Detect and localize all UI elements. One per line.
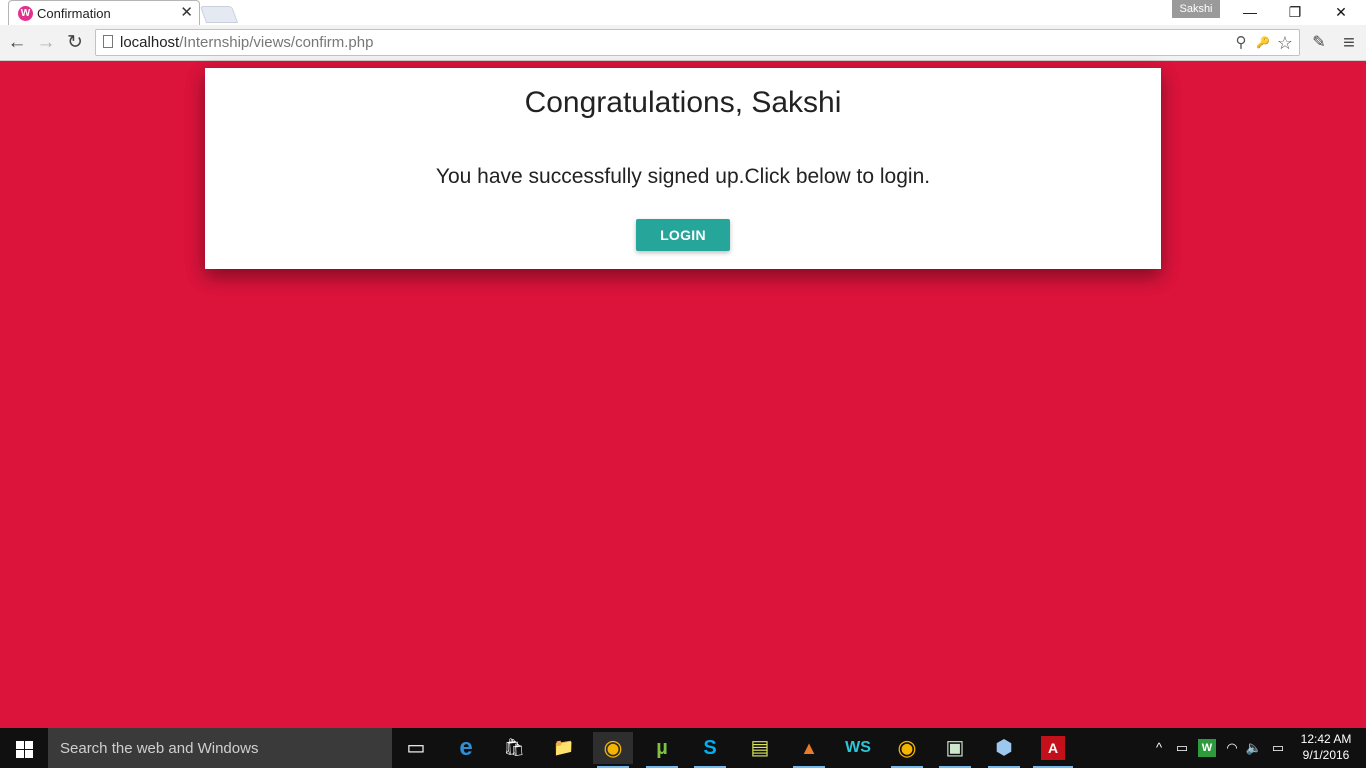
profile-badge[interactable]: Sakshi: [1172, 0, 1220, 18]
task-view-icon[interactable]: ▭: [396, 732, 436, 764]
utorrent-glyph: µ: [656, 737, 668, 759]
back-button[interactable]: ←: [5, 31, 29, 55]
key-icon[interactable]: 🔑: [1253, 33, 1273, 53]
taskbar-search-box[interactable]: Search the web and Windows: [48, 728, 392, 768]
webstorm-icon[interactable]: WS: [838, 732, 878, 764]
clock-time: 12:42 AM: [1300, 732, 1352, 746]
url-path: /Internship/views/confirm.php: [179, 34, 374, 51]
chrome-menu-icon[interactable]: ≡: [1338, 32, 1360, 54]
url-text[interactable]: localhost/Internship/views/confirm.php: [120, 34, 373, 51]
utorrent-icon[interactable]: µ: [642, 732, 682, 768]
bookmark-star-icon[interactable]: ☆: [1275, 33, 1295, 53]
taskbar: Search the web and Windows ▭ e 🛍 📁 ◉ µ S…: [0, 728, 1366, 768]
clock-date: 9/1/2016: [1302, 748, 1350, 762]
app-window-icon[interactable]: ▣: [935, 732, 975, 768]
store-icon[interactable]: 🛍: [494, 732, 534, 764]
chrome-icon-2[interactable]: ◉: [887, 732, 927, 768]
tab-title: Confirmation: [37, 6, 111, 21]
login-button[interactable]: LOGIN: [636, 219, 730, 251]
matlab-icon[interactable]: ▲: [789, 732, 829, 768]
edge-icon[interactable]: e: [446, 732, 486, 764]
app-window-glyph: ▣: [945, 737, 965, 759]
chrome-icon[interactable]: ◉: [593, 732, 633, 768]
zoom-icon[interactable]: ⚲: [1231, 33, 1251, 53]
matlab-glyph: ▲: [800, 738, 818, 758]
wifi-icon[interactable]: ◠: [1223, 739, 1241, 757]
tab-close-icon[interactable]: ✕: [180, 4, 193, 21]
new-tab-button[interactable]: [199, 6, 239, 23]
tab-confirmation[interactable]: W Confirmation ✕: [8, 0, 200, 25]
search-placeholder: Search the web and Windows: [60, 740, 259, 757]
browser-tabstrip: W Confirmation ✕ Sakshi — ❐ ✕: [0, 0, 1366, 25]
close-window-button[interactable]: ✕: [1318, 0, 1364, 25]
virtualbox-icon[interactable]: ⬢: [984, 732, 1024, 768]
url-host: localhost: [120, 34, 180, 51]
acrobat-icon[interactable]: A: [1033, 736, 1073, 768]
notifications-icon[interactable]: ▭: [1269, 739, 1287, 757]
page-title: Congratulations, Sakshi: [524, 86, 842, 119]
wamp-favicon-icon: W: [18, 6, 33, 21]
windows-start-icon[interactable]: [0, 728, 48, 768]
chrome-glyph: ◉: [603, 735, 623, 760]
address-bar[interactable]: localhost/Internship/views/confirm.php ⚲…: [95, 29, 1300, 56]
chrome-glyph-2: ◉: [897, 735, 917, 760]
extension-icon[interactable]: ✎: [1308, 32, 1330, 54]
wamp-tray-icon[interactable]: W: [1198, 739, 1216, 757]
tray-chevron-icon[interactable]: ^: [1150, 739, 1168, 757]
minimize-button[interactable]: —: [1227, 0, 1273, 25]
skype-glyph: S: [703, 737, 717, 759]
restore-button[interactable]: ❐: [1272, 0, 1318, 25]
forward-button[interactable]: →: [34, 31, 58, 55]
notes-icon[interactable]: ▤: [740, 732, 780, 764]
battery-icon[interactable]: ▭: [1173, 739, 1191, 757]
skype-icon[interactable]: S: [690, 732, 730, 768]
file-explorer-icon[interactable]: 📁: [544, 732, 584, 764]
taskbar-clock[interactable]: 12:42 AM 9/1/2016: [1292, 731, 1360, 763]
acrobat-glyph: A: [1047, 740, 1059, 756]
virtualbox-glyph: ⬢: [995, 737, 1013, 759]
confirmation-card: Congratulations, Sakshi You have success…: [205, 68, 1161, 269]
confirmation-message: You have successfully signed up.Click be…: [435, 165, 931, 188]
volume-icon[interactable]: 🔈: [1245, 739, 1263, 757]
reload-button[interactable]: ↻: [63, 31, 87, 55]
page-icon: [103, 35, 113, 48]
browser-toolbar: ← → ↻ localhost/Internship/views/confirm…: [0, 25, 1366, 61]
